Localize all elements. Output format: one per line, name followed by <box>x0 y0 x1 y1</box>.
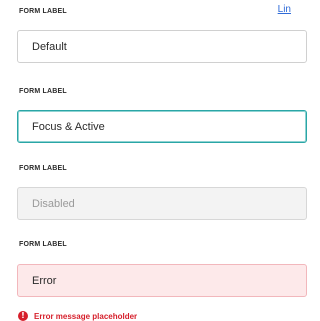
form-label: FORM LABEL <box>19 241 67 248</box>
input-value: Focus & Active <box>32 120 105 133</box>
form-label: FORM LABEL <box>19 165 67 172</box>
input-value: Default <box>32 40 67 53</box>
input-default[interactable]: Default <box>17 30 307 63</box>
form-label: FORM LABEL <box>19 88 67 95</box>
form-label: FORM LABEL <box>19 8 67 15</box>
error-message: ! Error message placeholder <box>18 311 137 321</box>
input-value: Disabled <box>32 197 75 210</box>
input-focus-active[interactable]: Focus & Active <box>17 110 307 143</box>
error-message-text: Error message placeholder <box>34 311 138 321</box>
error-icon: ! <box>18 311 28 321</box>
input-disabled: Disabled <box>17 187 307 220</box>
link[interactable]: Lin <box>278 4 291 15</box>
form-fields-showcase: FORM LABEL Lin Default FORM LABEL Focus … <box>0 0 307 321</box>
input-value: Error <box>32 274 57 287</box>
input-error[interactable]: Error <box>17 264 307 297</box>
